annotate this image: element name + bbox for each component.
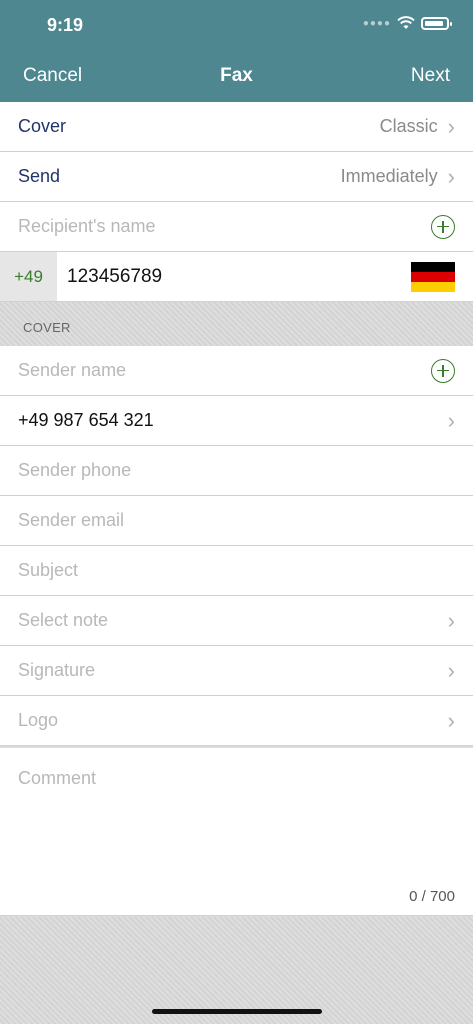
cover-value: Classic bbox=[379, 116, 438, 136]
battery-icon bbox=[421, 16, 452, 30]
next-button[interactable]: Next bbox=[411, 65, 450, 87]
navigation-header: 9:19 ●●●● Cancel Fax Next bbox=[0, 0, 473, 102]
sender-fax-value: +49 987 654 321 bbox=[18, 410, 154, 430]
wifi-icon bbox=[397, 16, 415, 29]
page-title: Fax bbox=[220, 65, 253, 86]
cover-row[interactable]: Cover Classic › bbox=[0, 102, 473, 152]
sender-name-field[interactable]: Sender name bbox=[0, 346, 473, 396]
status-time: 9:19 bbox=[47, 15, 84, 35]
character-counter: 0 / 700 bbox=[409, 888, 455, 905]
add-sender-icon[interactable] bbox=[431, 358, 455, 383]
chevron-right-icon: › bbox=[447, 407, 455, 433]
send-value: Immediately bbox=[340, 166, 438, 186]
status-icons: ●●●● bbox=[362, 16, 452, 30]
sender-phone-field[interactable]: Sender phone bbox=[0, 446, 473, 496]
send-label: Send bbox=[18, 166, 61, 186]
section-title: COVER bbox=[23, 320, 71, 335]
recipient-fax-row[interactable]: +49 123456789 bbox=[0, 252, 473, 302]
signature-label: Signature bbox=[18, 660, 96, 680]
logo-label: Logo bbox=[18, 710, 59, 730]
sender-email-field[interactable]: Sender email bbox=[0, 496, 473, 546]
chevron-right-icon: › bbox=[447, 607, 455, 633]
chevron-right-icon: › bbox=[447, 113, 455, 139]
select-note-row[interactable]: Select note › bbox=[0, 596, 473, 646]
send-row[interactable]: Send Immediately › bbox=[0, 152, 473, 202]
germany-flag-icon[interactable] bbox=[411, 261, 455, 292]
cover-label: Cover bbox=[18, 116, 67, 136]
signature-row[interactable]: Signature › bbox=[0, 646, 473, 696]
chevron-right-icon: › bbox=[447, 657, 455, 683]
recipient-name-placeholder: Recipient's name bbox=[18, 216, 156, 236]
logo-row[interactable]: Logo › bbox=[0, 696, 473, 746]
chevron-right-icon: › bbox=[447, 707, 455, 733]
sender-name-placeholder: Sender name bbox=[18, 360, 127, 380]
background-fill bbox=[0, 917, 473, 1024]
select-note-label: Select note bbox=[18, 610, 109, 630]
recipient-name-field[interactable]: Recipient's name bbox=[0, 202, 473, 252]
country-code-button[interactable]: +49 bbox=[0, 252, 57, 301]
add-contact-icon[interactable] bbox=[431, 214, 455, 239]
subject-field[interactable]: Subject bbox=[0, 546, 473, 596]
subject-placeholder: Subject bbox=[18, 560, 79, 580]
comment-placeholder: Comment bbox=[18, 768, 97, 788]
sender-phone-placeholder: Sender phone bbox=[18, 460, 132, 480]
comment-textarea[interactable]: Comment 0 / 700 bbox=[0, 748, 473, 916]
home-indicator[interactable] bbox=[152, 1009, 322, 1014]
sender-fax-row[interactable]: +49 987 654 321 › bbox=[0, 396, 473, 446]
sender-email-placeholder: Sender email bbox=[18, 510, 125, 530]
cover-section-header bbox=[0, 302, 473, 347]
fax-number-field[interactable]: 123456789 bbox=[67, 266, 162, 288]
chevron-right-icon: › bbox=[447, 163, 455, 189]
signal-icon: ●●●● bbox=[362, 17, 391, 29]
